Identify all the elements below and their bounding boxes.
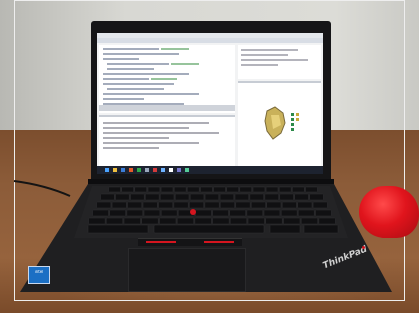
keyboard-key	[173, 186, 187, 193]
keyboard-key	[309, 193, 324, 201]
keyboard-key	[204, 193, 220, 201]
keyboard-key	[175, 193, 190, 201]
keyboard-key	[292, 186, 305, 193]
keyboard-key	[142, 201, 158, 209]
keyboard-key	[220, 201, 235, 209]
keyboard-key	[159, 217, 177, 225]
keyboard-key	[96, 201, 112, 209]
keyboard-key	[187, 186, 200, 193]
keyboard-key	[87, 224, 149, 234]
keyboard-key	[212, 217, 230, 225]
keyboard-key	[265, 217, 283, 225]
keyboard-key	[143, 209, 161, 217]
keyboard-key	[251, 201, 266, 209]
trackpoint	[190, 209, 196, 215]
keyboard-key	[126, 209, 144, 217]
keyboard-key	[123, 217, 141, 225]
keyboard-key	[121, 186, 134, 193]
keyboard-key	[219, 193, 235, 201]
keyboard-key	[249, 193, 264, 201]
keyboard-key	[145, 193, 160, 201]
photo-scene: intel ThinkPad	[0, 0, 419, 313]
keyboard-key	[246, 209, 264, 217]
keyboard-key	[239, 186, 252, 193]
keyboard-key	[195, 209, 212, 217]
keyboard-key	[294, 193, 309, 201]
keyboard-key	[127, 201, 143, 209]
keyboard-key	[281, 201, 297, 209]
keyboard-key	[235, 201, 251, 209]
keyboard-key	[230, 217, 248, 225]
keyboard-key	[280, 209, 298, 217]
trackpad-red-line-left	[146, 241, 176, 243]
trackpad	[128, 248, 246, 292]
keyboard-key	[134, 186, 147, 193]
keyboard-key	[160, 209, 178, 217]
keyboard-key	[315, 209, 332, 217]
keyboard-key	[252, 186, 266, 193]
keyboard-key	[158, 201, 174, 209]
spacebar	[153, 224, 265, 234]
keyboard-key	[106, 217, 124, 225]
keyboard-key	[269, 224, 301, 234]
keyboard-key	[141, 217, 159, 225]
keyboard-key	[226, 186, 239, 193]
keyboard-key	[115, 193, 130, 201]
keyboard-key	[298, 209, 315, 217]
keyboard-key	[111, 201, 127, 209]
keyboard-key	[189, 193, 205, 201]
thinkpad-logo-dot	[362, 246, 365, 249]
keyboard-key	[234, 193, 249, 201]
keyboard-key	[147, 186, 161, 193]
keyboard-key	[130, 193, 145, 201]
keyboard-key	[213, 186, 226, 193]
trackpad-red-line-right	[204, 241, 234, 243]
keyboard-key	[88, 217, 106, 225]
keyboard-key	[279, 193, 294, 201]
keyboard-key	[312, 201, 328, 209]
keyboard-key	[265, 186, 279, 193]
keyboard-key	[318, 217, 336, 225]
keyboard-key	[176, 217, 194, 225]
keyboard-key	[264, 193, 279, 201]
keyboard-key	[189, 201, 204, 209]
keyboard-key	[92, 209, 109, 217]
keyboard-key	[263, 209, 281, 217]
keyboard-key	[160, 186, 174, 193]
intel-sticker-text: intel	[34, 270, 44, 274]
keyboard-key	[100, 193, 115, 201]
keyboard-key	[194, 217, 212, 225]
keyboard-key	[247, 217, 265, 225]
keyboard-key	[200, 186, 213, 193]
keyboard-key	[212, 209, 229, 217]
keyboard-key	[266, 201, 282, 209]
keyboard-key	[229, 209, 246, 217]
keyboard-key	[297, 201, 313, 209]
keyboard-key	[305, 186, 318, 193]
intel-sticker	[28, 266, 50, 284]
keyboard-key	[303, 224, 339, 234]
keyboard-key	[300, 217, 318, 225]
keyboard-key	[109, 209, 126, 217]
keyboard-key	[173, 201, 189, 209]
keyboard-key	[278, 186, 292, 193]
keyboard-key	[283, 217, 301, 225]
keyboard-key	[108, 186, 121, 193]
keyboard-key	[160, 193, 175, 201]
keyboard-key	[204, 201, 220, 209]
